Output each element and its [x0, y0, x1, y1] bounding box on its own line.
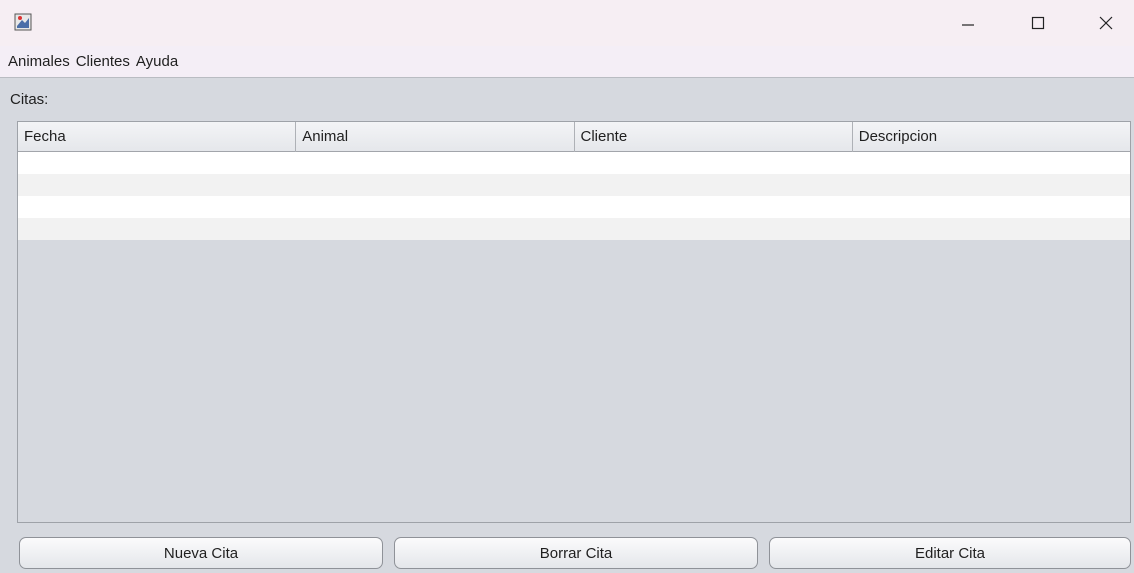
- table-cell: [574, 218, 852, 240]
- title-bar: [0, 0, 1134, 46]
- table-row[interactable]: [18, 174, 1130, 196]
- table-cell: [18, 152, 296, 174]
- table-cell: [296, 152, 574, 174]
- table-row[interactable]: [18, 218, 1130, 240]
- table-header: Fecha Animal Cliente Descripcion: [18, 122, 1130, 152]
- table-cell: [852, 174, 1130, 196]
- table-row[interactable]: [18, 152, 1130, 174]
- menu-bar: Animales Clientes Ayuda: [0, 46, 1134, 78]
- maximize-button[interactable]: [1010, 0, 1066, 46]
- table-cell: [18, 196, 296, 218]
- table-cell: [574, 152, 852, 174]
- citas-table[interactable]: Fecha Animal Cliente Descripcion: [17, 121, 1131, 523]
- table-cell: [852, 152, 1130, 174]
- table-cell: [18, 218, 296, 240]
- minimize-icon: [962, 24, 974, 26]
- borrar-cita-button[interactable]: Borrar Cita: [394, 537, 758, 569]
- table-cell: [852, 196, 1130, 218]
- table-cell: [852, 218, 1130, 240]
- button-bar: Nueva Cita Borrar Cita Editar Cita: [17, 537, 1131, 569]
- table-row[interactable]: [18, 196, 1130, 218]
- table-cell: [574, 174, 852, 196]
- table-cell: [18, 174, 296, 196]
- nueva-cita-button[interactable]: Nueva Cita: [19, 537, 383, 569]
- minimize-button[interactable]: [940, 0, 996, 46]
- menu-animales[interactable]: Animales: [8, 51, 70, 72]
- citas-label: Citas:: [10, 91, 49, 108]
- editar-cita-button[interactable]: Editar Cita: [769, 537, 1131, 569]
- close-icon: [1099, 16, 1113, 30]
- table-cell: [296, 196, 574, 218]
- column-header-fecha[interactable]: Fecha: [18, 122, 297, 152]
- maximize-icon: [1031, 16, 1045, 30]
- table-cell: [296, 218, 574, 240]
- menu-clientes[interactable]: Clientes: [76, 51, 130, 72]
- java-app-icon: [14, 13, 32, 31]
- table-cell: [296, 174, 574, 196]
- column-header-animal[interactable]: Animal: [296, 122, 575, 152]
- table-cell: [574, 196, 852, 218]
- column-header-cliente[interactable]: Cliente: [575, 122, 853, 152]
- close-button[interactable]: [1078, 0, 1134, 46]
- column-header-descripcion[interactable]: Descripcion: [853, 122, 1130, 152]
- menu-ayuda[interactable]: Ayuda: [136, 51, 178, 72]
